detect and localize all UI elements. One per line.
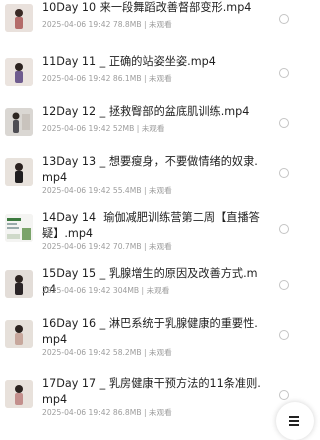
file-name: 17Day 17 _ 乳房健康干预方法的11条准则.mp4 (42, 377, 261, 406)
video-thumbnail (5, 4, 33, 32)
video-thumbnail (5, 158, 33, 186)
list-item[interactable]: 17Day 17 _ 乳房健康干预方法的11条准则.mp4 2025-04-06… (0, 377, 306, 430)
file-date: 2025-04-06 19:42 (42, 186, 111, 195)
video-thumbnail (5, 380, 33, 408)
menu-icon (287, 413, 301, 427)
select-radio[interactable] (279, 14, 289, 24)
select-radio[interactable] (279, 330, 289, 340)
file-size: 304MB (112, 286, 140, 295)
list-item[interactable]: 11Day 11 _ 正确的站姿坐姿.mp4 2025-04-06 19:42 … (0, 55, 306, 108)
watch-status: 未观看 (148, 186, 172, 195)
file-name: 13Day 13 _ 想要瘦身，不要做情绪的奴隶.mp4 (42, 155, 258, 184)
file-meta: 2025-04-06 19:42 58.2MB | 未观看 (42, 348, 172, 357)
watch-status: 未观看 (148, 20, 172, 29)
file-size: 52MB (112, 124, 135, 133)
file-name: 14Day 14 瑜伽减肥训练营第二周【直播答疑】.mp4 (42, 211, 260, 240)
watch-status: 未观看 (148, 74, 172, 83)
file-size: 86.1MB (112, 74, 142, 83)
video-thumbnail (5, 58, 33, 86)
file-date: 2025-04-06 19:42 (42, 74, 111, 83)
select-radio[interactable] (279, 68, 289, 78)
file-name: 12Day 12 _ 拯救臀部的盆底肌训练.mp4 (42, 105, 250, 118)
file-size: 70.7MB (112, 242, 142, 251)
list-item[interactable]: 16Day 16 _ 淋巴系统于乳腺健康的重要性.mp4 2025-04-06 … (0, 317, 306, 370)
file-date: 2025-04-06 19:42 (42, 124, 111, 133)
video-thumbnail (5, 108, 33, 136)
video-thumbnail (5, 214, 33, 242)
list-item[interactable]: 12Day 12 _ 拯救臀部的盆底肌训练.mp4 2025-04-06 19:… (0, 105, 306, 158)
file-size: 55.4MB (112, 186, 142, 195)
file-size: 58.2MB (112, 348, 142, 357)
file-meta: 2025-04-06 19:42 86.1MB | 未观看 (42, 74, 172, 83)
select-radio[interactable] (279, 118, 289, 128)
file-date: 2025-04-06 19:42 (42, 286, 111, 295)
list-item[interactable]: 15Day 15 _ 乳腺增生的原因及改善方式.mp4 2025-04-06 1… (0, 267, 306, 320)
select-radio[interactable] (279, 280, 289, 290)
list-item[interactable]: 13Day 13 _ 想要瘦身，不要做情绪的奴隶.mp4 2025-04-06 … (0, 155, 306, 208)
file-meta: 2025-04-06 19:42 78.8MB | 未观看 (42, 20, 172, 29)
file-name: 16Day 16 _ 淋巴系统于乳腺健康的重要性.mp4 (42, 317, 258, 346)
file-meta: 2025-04-06 19:42 86.8MB | 未观看 (42, 408, 172, 417)
watch-status: 未观看 (148, 242, 172, 251)
file-date: 2025-04-06 19:42 (42, 242, 111, 251)
file-size: 86.8MB (112, 408, 142, 417)
file-list: 10Day 10 来一段舞蹈改善督部变形.mp4 2025-04-06 19:4… (0, 0, 306, 438)
file-meta: 2025-04-06 19:42 55.4MB | 未观看 (42, 186, 172, 195)
select-radio[interactable] (279, 390, 289, 400)
file-meta: 2025-04-06 19:42 70.7MB | 未观看 (42, 242, 172, 251)
video-thumbnail (5, 270, 33, 298)
file-name: 11Day 11 _ 正确的站姿坐姿.mp4 (42, 55, 216, 68)
watch-status: 未观看 (141, 124, 165, 133)
watch-status: 未观看 (148, 408, 172, 417)
list-item[interactable]: 10Day 10 来一段舞蹈改善督部变形.mp4 2025-04-06 19:4… (0, 1, 306, 54)
file-date: 2025-04-06 19:42 (42, 408, 111, 417)
select-radio[interactable] (279, 168, 289, 178)
select-radio[interactable] (279, 224, 289, 234)
file-meta: 2025-04-06 19:42 52MB | 未观看 (42, 124, 165, 133)
menu-button[interactable] (276, 402, 314, 440)
list-item[interactable]: 14Day 14 瑜伽减肥训练营第二周【直播答疑】.mp4 2025-04-06… (0, 211, 306, 264)
file-meta: 2025-04-06 19:42 304MB | 未观看 (42, 286, 170, 295)
watch-status: 未观看 (148, 348, 172, 357)
file-date: 2025-04-06 19:42 (42, 348, 111, 357)
file-size: 78.8MB (112, 20, 142, 29)
watch-status: 未观看 (146, 286, 170, 295)
video-thumbnail (5, 320, 33, 348)
file-name: 10Day 10 来一段舞蹈改善督部变形.mp4 (42, 1, 252, 14)
file-date: 2025-04-06 19:42 (42, 20, 111, 29)
